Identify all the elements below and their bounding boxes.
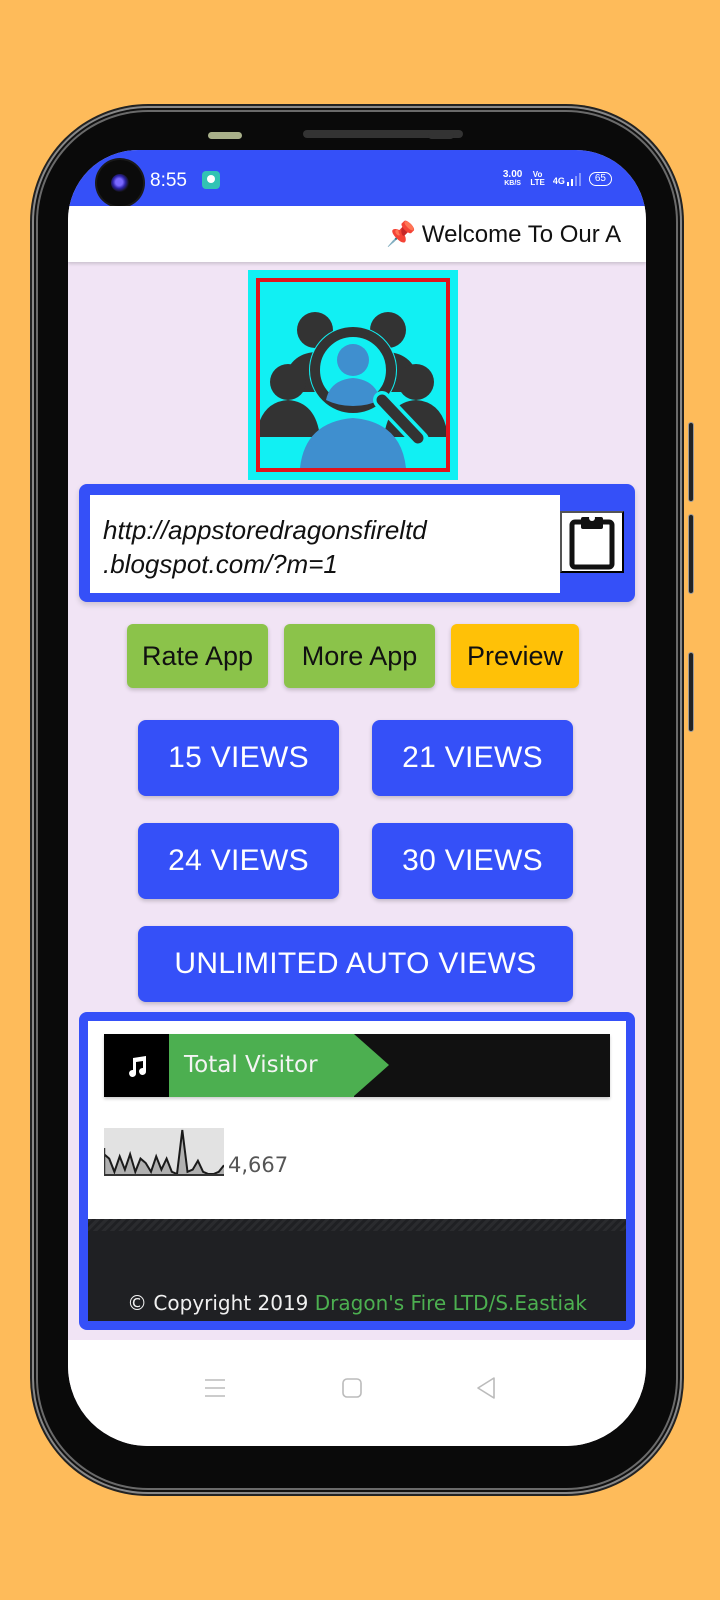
proximity-sensor	[208, 132, 242, 139]
signal-icon: 4G	[552, 172, 581, 186]
home-square-icon	[342, 1378, 362, 1398]
views-24-button[interactable]: 24 VIEWS	[138, 823, 339, 899]
volume-down-button	[688, 514, 694, 594]
widget-footer: © Copyright 2019 Dragon's Fire LTD/S.Eas…	[88, 1219, 626, 1321]
visitor-sparkline	[104, 1128, 224, 1176]
visitor-title: Total Visitor	[169, 1034, 389, 1097]
action-buttons-row: Rate App More App Preview	[68, 624, 646, 688]
visitor-widget: Total Visitor 4,667 © Copyright 2019 Dra…	[88, 1021, 626, 1321]
url-line-2: .blogspot.com/?m=1	[103, 549, 338, 579]
views-30-button[interactable]: 30 VIEWS	[372, 823, 573, 899]
network-speed: 3.00 KB/S	[503, 170, 522, 188]
rate-app-button[interactable]: Rate App	[127, 624, 268, 688]
phone-frame: 8:55 3.00 KB/S Vo LTE 4G 65 📌 Welcome To…	[38, 112, 694, 1488]
logo-frame	[256, 278, 450, 472]
marquee-message: Welcome To Our A	[421, 221, 622, 248]
visitor-count: 4,667	[228, 1153, 289, 1177]
recents-button[interactable]	[201, 1374, 229, 1402]
unlimited-auto-views-button[interactable]: UNLIMITED AUTO VIEWS	[138, 926, 573, 1002]
marquee-text: 📌 Welcome To Our A	[386, 220, 621, 249]
volume-up-button	[688, 422, 694, 502]
music-note-icon	[104, 1034, 169, 1097]
power-button	[688, 652, 694, 732]
footer-stripe	[88, 1219, 626, 1231]
welcome-marquee: 📌 Welcome To Our A	[68, 206, 646, 262]
front-camera	[97, 160, 143, 206]
visitor-header: Total Visitor	[104, 1034, 610, 1097]
copyright-brand-link[interactable]: Dragon's Fire LTD/S.Eastiak	[315, 1291, 587, 1315]
paste-button[interactable]	[560, 511, 624, 573]
visitor-widget-card: Total Visitor 4,667 © Copyright 2019 Dra…	[79, 1012, 635, 1330]
url-input[interactable]: http://appstoredragonsfireltd .blogspot.…	[90, 495, 560, 593]
network-type: 4G	[552, 175, 565, 186]
views-21-button[interactable]: 21 VIEWS	[372, 720, 573, 796]
status-time: 8:55	[150, 170, 187, 191]
more-app-button[interactable]: More App	[284, 624, 435, 688]
app-logo	[248, 270, 458, 480]
system-nav-bar	[68, 1340, 646, 1446]
people-search-icon	[256, 312, 448, 468]
copyright-prefix: © Copyright 2019	[127, 1291, 315, 1315]
views-15-button[interactable]: 15 VIEWS	[138, 720, 339, 796]
status-bar: 8:55 3.00 KB/S Vo LTE 4G 65	[68, 150, 646, 206]
menu-lines-icon	[205, 1379, 225, 1397]
clipboard-icon	[569, 515, 615, 570]
network-speed-unit: KB/S	[504, 180, 521, 187]
preview-button[interactable]: Preview	[451, 624, 579, 688]
volte-bottom: LTE	[530, 178, 545, 187]
back-button[interactable]	[472, 1374, 500, 1402]
battery-icon: 65	[588, 172, 612, 186]
copyright-text: © Copyright 2019 Dragon's Fire LTD/S.Eas…	[88, 1291, 626, 1315]
url-card: http://appstoredragonsfireltd .blogspot.…	[79, 484, 635, 602]
front-sensor	[428, 132, 454, 139]
back-triangle-icon	[477, 1377, 495, 1399]
status-indicators: 3.00 KB/S Vo LTE 4G 65	[503, 170, 612, 188]
app-screen: 8:55 3.00 KB/S Vo LTE 4G 65 📌 Welcome To…	[68, 150, 646, 1446]
home-button[interactable]	[338, 1374, 366, 1402]
notification-app-icon	[202, 171, 220, 189]
volte-icon: Vo LTE	[530, 171, 545, 187]
url-line-1: http://appstoredragonsfireltd	[103, 515, 427, 545]
pushpin-icon: 📌	[386, 221, 416, 248]
